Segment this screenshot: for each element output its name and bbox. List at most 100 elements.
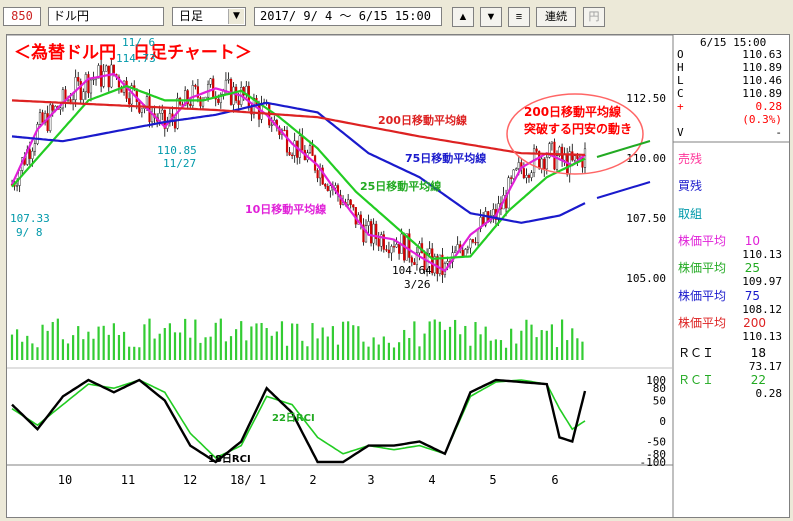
y-tick-label: 112.50 [626,92,666,105]
volume-bar [576,338,579,360]
candle-body [410,257,413,263]
ohlc-label-volume: V [677,126,684,139]
candle-body [270,124,273,126]
volume-bar [285,345,289,360]
volume-bar [77,326,80,360]
candle-body [326,186,329,191]
candle-body [515,168,518,171]
volume-bar [331,326,334,360]
volume-bar [61,339,65,360]
ma75-period: 75 [745,289,760,303]
volume-bar [499,340,503,360]
candle-body [161,109,164,114]
volume-bar [128,346,131,360]
candle-body [288,152,291,156]
candle-body [51,104,54,111]
ma10-period: 10 [745,234,760,248]
rci-tick-label: 80 [653,382,666,395]
torikumi-label: 取組 [678,207,702,221]
ma25-annotation: 25日移動平均線 [360,179,441,193]
volume-bar [418,346,421,360]
candle-body [372,223,375,244]
price-marker-low-nov: 110.85 [157,144,197,157]
candle-body [38,112,42,125]
ma10-value: 110.13 [742,248,782,261]
candle-body [87,74,90,94]
volume-bar [367,346,370,360]
candle-body [285,130,289,153]
candle-body [464,249,467,256]
candle-body [525,175,528,179]
volume-bar [571,328,574,360]
candle-body [291,154,294,157]
candle-body [140,108,143,113]
volume-bar [10,334,14,360]
volume-bar [280,321,284,360]
volume-bar [178,332,182,360]
rci-tick-label: 50 [653,395,666,408]
urizan-label: 売残 [678,151,702,166]
x-tick-label: 3 [367,473,374,487]
volume-bar [387,342,391,360]
volume-bar [525,319,528,360]
volume-bar [255,323,258,360]
price-marker-low-mar-date: 3/26 [404,278,431,291]
volume-bar [214,322,217,360]
volume-bar [464,325,467,360]
volume-bar [122,331,126,360]
candle-body [298,135,301,158]
candle-body [92,78,95,81]
volume-bar [235,329,238,360]
volume-bars [10,318,584,360]
candle-body [283,129,286,132]
candle-body [199,97,202,107]
volume-bar [408,337,411,360]
ohlc-label-high: H [677,61,684,74]
volume-bar [36,347,39,360]
candle-body [334,185,337,189]
ma200-period: 200 [743,316,766,330]
ohlc-value-volume: - [775,126,782,139]
ohlc-label-change: + [677,100,684,113]
candle-body [224,79,228,91]
rci22-value: 0.28 [756,387,783,400]
candle-body [329,185,332,191]
volume-bar [102,325,105,360]
volume-bar [413,321,416,360]
x-tick-label: 10 [58,473,72,487]
candle-body [385,249,388,251]
candle-body [107,65,110,88]
candles [10,57,587,283]
callout-line1: 200日移動平均線 [524,104,621,119]
volume-bar [46,330,49,360]
ohlc-value-close: 110.89 [742,87,782,100]
ma200-annotation: 200日移動平均線 [378,113,467,127]
candle-body [392,246,396,248]
volume-bar [555,347,559,360]
volume-bar [520,330,523,360]
candle-body [189,103,192,106]
volume-bar [107,334,110,360]
ma25-value: 109.97 [742,275,782,288]
volume-bar [438,321,441,360]
price-marker-low-sep: 107.33 [10,212,50,225]
ohlc-value-high: 110.89 [742,61,782,74]
x-tick-label: 6 [551,473,558,487]
candle-body [428,248,431,254]
candle-body [397,244,401,254]
y-tick-label: 107.50 [626,212,666,225]
volume-bar [138,347,141,360]
volume-bar [459,334,462,360]
candle-body [237,100,240,105]
ohlc-value-low: 110.46 [742,74,782,87]
volume-bar [143,324,146,360]
candle-body [89,79,93,94]
price-marker-low-sep-date: 9/ 8 [16,226,43,239]
volume-bar [153,338,156,360]
volume-bar [581,341,584,360]
chart-canvas: 10 11 12 18/ 1 2 3 4 5 6 112.50 110.00 107.50 105.0… [7,34,790,517]
rci22-label: ＲＣＩ [678,373,714,387]
volume-bar [173,332,177,360]
candle-body [308,145,312,154]
volume-bar [494,339,497,360]
